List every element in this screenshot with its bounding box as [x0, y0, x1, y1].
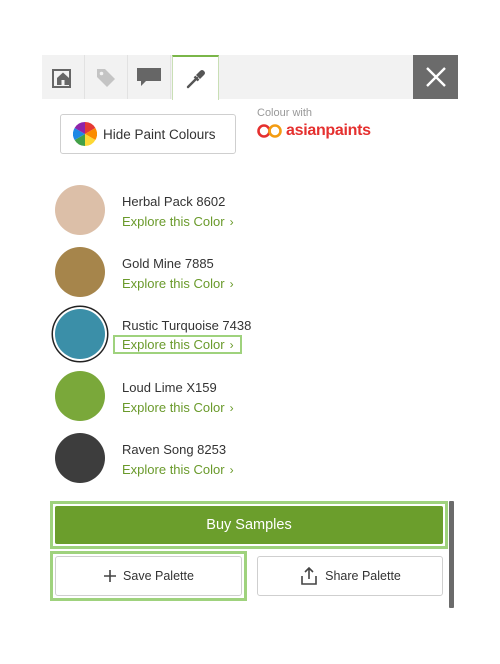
- explore-label: Explore this Color: [122, 276, 225, 291]
- colour-with-caption: Colour with: [257, 107, 313, 119]
- color-name: Gold Mine 7885: [122, 256, 214, 271]
- tab-eyedropper[interactable]: [172, 55, 219, 100]
- tag-icon: [97, 69, 115, 87]
- color-name: Loud Lime X159: [122, 380, 217, 395]
- color-row-herbal-pack: Herbal Pack 8602 Explore this Color ›: [42, 185, 458, 245]
- paint-colours-panel: Hide Paint Colours Colour with asianpain…: [42, 55, 458, 615]
- explore-color-link[interactable]: Explore this Color ›: [122, 276, 234, 291]
- explore-color-link[interactable]: Explore this Color ›: [122, 214, 234, 229]
- color-swatch[interactable]: [55, 247, 105, 297]
- hide-paint-colours-button[interactable]: Hide Paint Colours: [60, 114, 236, 154]
- color-row-loud-lime: Loud Lime X159 Explore this Color ›: [42, 371, 458, 431]
- close-button[interactable]: [413, 55, 458, 99]
- plus-icon: [104, 570, 117, 582]
- share-palette-label: Share Palette: [325, 569, 401, 583]
- close-icon: [425, 67, 446, 87]
- color-row-raven-song: Raven Song 8253 Explore this Color ›: [42, 433, 458, 493]
- asianpaints-logo: asianpaints: [257, 122, 371, 140]
- scrollbar[interactable]: [449, 501, 454, 608]
- buy-samples-highlight: Buy Samples: [50, 501, 448, 549]
- color-name: Raven Song 8253: [122, 442, 227, 457]
- chevron-right-icon: ›: [229, 401, 234, 415]
- chevron-right-icon: ›: [229, 338, 234, 352]
- brand-name: asianpaints: [286, 122, 371, 139]
- explore-color-link[interactable]: Explore this Color ›: [122, 462, 234, 477]
- home-icon: [52, 69, 71, 88]
- explore-color-link[interactable]: Explore this Color ›: [122, 400, 234, 415]
- buy-samples-button[interactable]: Buy Samples: [55, 506, 443, 544]
- tab-bar: [42, 55, 458, 100]
- tab-home[interactable]: [42, 55, 85, 99]
- chat-icon: [137, 68, 161, 86]
- chevron-right-icon: ›: [229, 463, 234, 477]
- hide-paint-colours-label: Hide Paint Colours: [103, 126, 216, 142]
- save-palette-highlight: Save Palette: [50, 551, 247, 601]
- share-palette-wrap: Share Palette: [257, 556, 443, 596]
- tab-comments[interactable]: [128, 55, 171, 99]
- explore-label: Explore this Color: [122, 214, 225, 229]
- color-swatch[interactable]: [55, 371, 105, 421]
- color-name: Herbal Pack 8602: [122, 194, 226, 209]
- save-palette-label: Save Palette: [123, 569, 194, 583]
- color-swatch[interactable]: [55, 185, 105, 235]
- color-name: Rustic Turquoise 7438: [122, 318, 252, 333]
- color-wheel-icon: [73, 122, 97, 146]
- asianpaints-mark-icon: [257, 124, 282, 138]
- color-row-rustic-turquoise: Rustic Turquoise 7438: [42, 309, 458, 369]
- chevron-right-icon: ›: [229, 277, 234, 291]
- share-palette-button[interactable]: Share Palette: [257, 556, 443, 596]
- save-palette-button[interactable]: Save Palette: [55, 556, 242, 596]
- explore-label: Explore this Color: [122, 337, 225, 352]
- explore-label: Explore this Color: [122, 462, 225, 477]
- color-swatch[interactable]: [55, 433, 105, 483]
- color-row-gold-mine: Gold Mine 7885 Explore this Color ›: [42, 247, 458, 307]
- color-swatch-selected[interactable]: [55, 309, 105, 359]
- share-icon: [301, 566, 317, 585]
- tab-tags[interactable]: [85, 55, 128, 99]
- explore-color-link-highlighted[interactable]: Explore this Color ›: [113, 335, 242, 354]
- eyedropper-icon: [186, 69, 205, 88]
- chevron-right-icon: ›: [229, 215, 234, 229]
- explore-label: Explore this Color: [122, 400, 225, 415]
